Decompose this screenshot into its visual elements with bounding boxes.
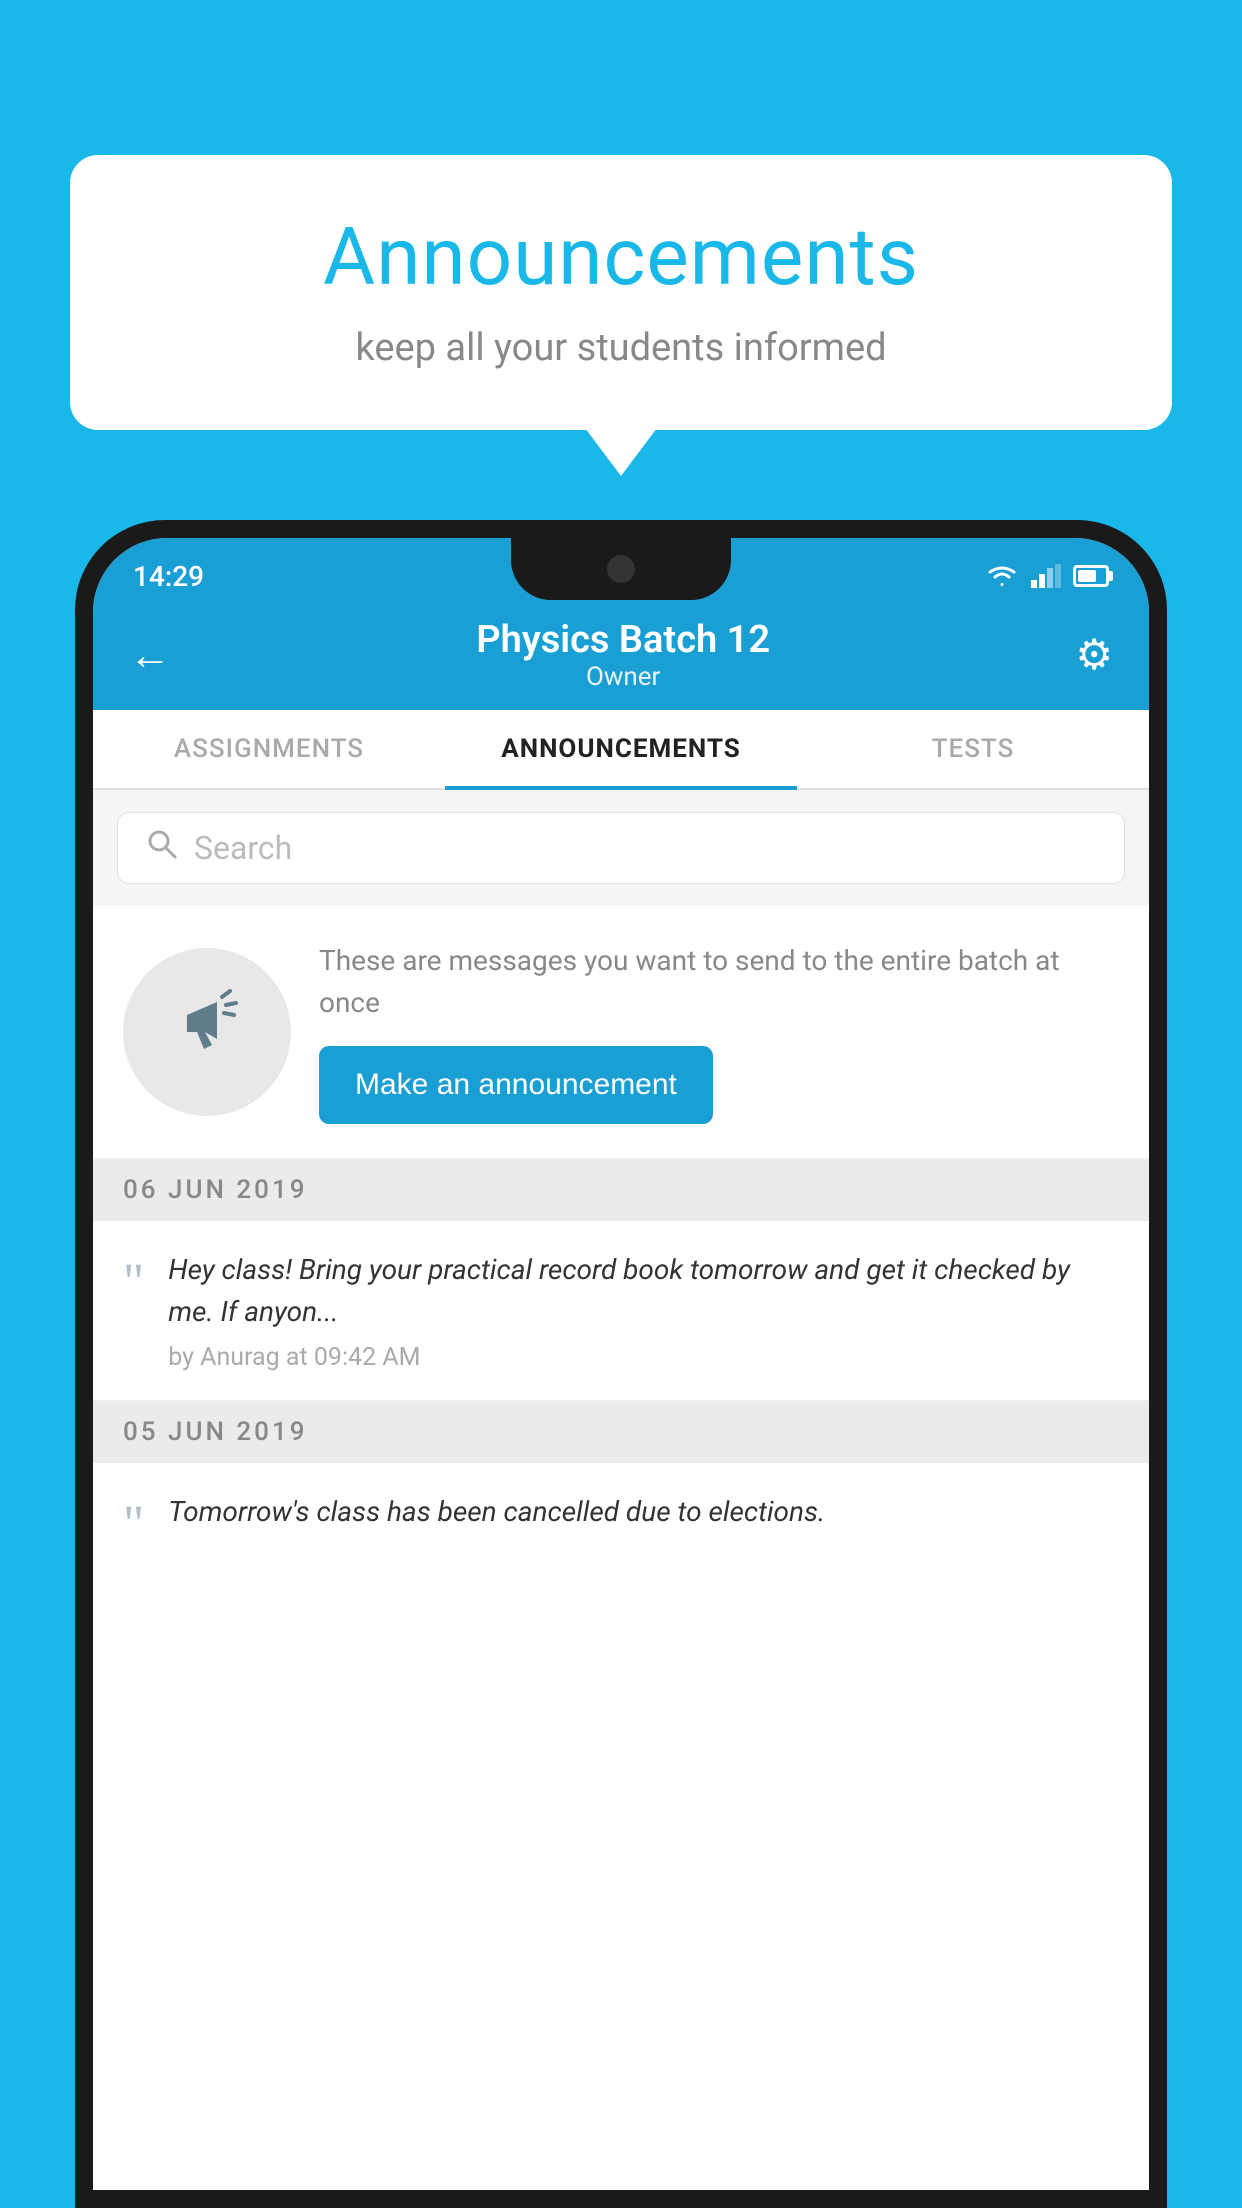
announcement-meta-1: by Anurag at 09:42 AM	[168, 1343, 1119, 1372]
tab-announcements[interactable]: ANNOUNCEMENTS	[445, 710, 797, 788]
phone-mockup: 14:29	[75, 520, 1167, 2208]
role-label: Owner	[476, 662, 770, 692]
status-time: 14:29	[133, 560, 204, 593]
phone-screen: 14:29	[93, 538, 1149, 2190]
prompt-right: These are messages you want to send to t…	[319, 940, 1119, 1124]
megaphone-icon	[162, 977, 252, 1087]
announcement-text-2: Tomorrow's class has been cancelled due …	[168, 1491, 1119, 1533]
bubble-title: Announcements	[130, 210, 1112, 304]
status-icons	[985, 563, 1109, 589]
quote-icon-2: "	[123, 1499, 144, 1551]
announcement-content-1: Hey class! Bring your practical record b…	[168, 1249, 1119, 1372]
prompt-description: These are messages you want to send to t…	[319, 940, 1119, 1024]
speech-bubble-section: Announcements keep all your students inf…	[70, 155, 1172, 430]
announcement-prompt: These are messages you want to send to t…	[93, 906, 1149, 1159]
phone-notch	[511, 538, 731, 600]
announcement-item-1[interactable]: " Hey class! Bring your practical record…	[93, 1221, 1149, 1401]
date-separator-2: 05 JUN 2019	[93, 1401, 1149, 1463]
settings-icon[interactable]: ⚙	[1075, 630, 1113, 680]
bubble-subtitle: keep all your students informed	[130, 326, 1112, 370]
announcement-text-1: Hey class! Bring your practical record b…	[168, 1249, 1119, 1333]
make-announcement-button[interactable]: Make an announcement	[319, 1046, 713, 1124]
speech-bubble-card: Announcements keep all your students inf…	[70, 155, 1172, 430]
search-bar[interactable]: Search	[117, 812, 1125, 884]
announcement-content-2: Tomorrow's class has been cancelled due …	[168, 1491, 1119, 1543]
quote-icon-1: "	[123, 1257, 144, 1309]
phone-outer: 14:29	[75, 520, 1167, 2208]
announcement-item-2[interactable]: " Tomorrow's class has been cancelled du…	[93, 1463, 1149, 1579]
app-header: ← Physics Batch 12 Owner ⚙	[93, 600, 1149, 710]
megaphone-icon-circle	[123, 948, 291, 1116]
back-button[interactable]: ←	[129, 631, 171, 680]
tab-assignments[interactable]: ASSIGNMENTS	[93, 710, 445, 788]
search-bar-container: Search	[93, 790, 1149, 906]
signal-icon	[1031, 564, 1061, 588]
wifi-icon	[985, 563, 1019, 589]
search-placeholder: Search	[194, 829, 292, 867]
tabs-bar: ASSIGNMENTS ANNOUNCEMENTS TESTS	[93, 710, 1149, 790]
search-icon	[146, 827, 178, 869]
batch-name-label: Physics Batch 12	[476, 618, 770, 662]
battery-icon	[1073, 565, 1109, 587]
tab-tests[interactable]: TESTS	[797, 710, 1149, 788]
phone-camera	[607, 555, 635, 583]
date-separator-1: 06 JUN 2019	[93, 1159, 1149, 1221]
header-title-group: Physics Batch 12 Owner	[476, 618, 770, 692]
